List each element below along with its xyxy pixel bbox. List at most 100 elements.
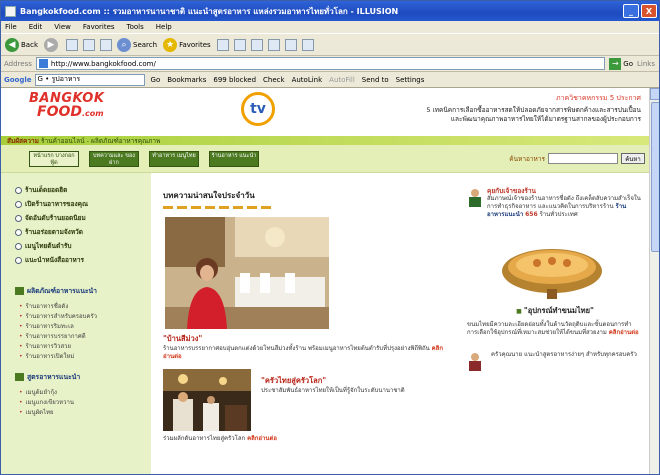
stop-icon[interactable] — [66, 38, 78, 51]
left-menu-item[interactable]: แนะนำหนังสืออาหาร — [15, 253, 151, 267]
recipes-item[interactable]: เมนูต้มยำกุ้ง — [15, 387, 151, 397]
main-column: บทความน่าสนใจประจำวัน "บ้านสีม่วง" ร้านอ… — [151, 173, 453, 474]
nav-articles[interactable]: บทความและ ของฝาก — [89, 150, 139, 167]
address-input[interactable]: http://www.bangkokfood.com/ — [35, 57, 606, 70]
popup-blocked[interactable]: 699 blocked — [213, 76, 256, 84]
star-icon: ★ — [163, 37, 178, 52]
header-announcement: ภาควิชาคหกรรม 5 ประกาศ 5 เทคนิคการเลือกซ… — [283, 88, 649, 136]
vertical-scrollbar[interactable] — [649, 88, 659, 474]
recipes-item[interactable]: เมนูผัดไทย — [15, 407, 151, 417]
send-to[interactable]: Send to — [362, 76, 389, 84]
left-menu-item[interactable]: เปิดร้านอาหารของคุณ — [15, 197, 151, 211]
home-icon[interactable] — [100, 38, 112, 51]
left-menu-item[interactable]: ร้านอร่อยตามจังหวัด — [15, 225, 151, 239]
owner-text-block: คุยกับเจ้าของร้าน สัมภาษณ์เจ้าของร้านอาห… — [487, 187, 643, 219]
spell-check[interactable]: Check — [263, 76, 285, 84]
menu-edit[interactable]: Edit — [29, 23, 43, 31]
menu-tools[interactable]: Tools — [127, 23, 144, 31]
article1-title[interactable]: "บ้านสีม่วง" — [163, 333, 453, 345]
site-search-button[interactable]: ค้นหา — [621, 153, 645, 164]
menu-favorites[interactable]: Favorites — [83, 23, 115, 31]
circle-bullet-icon — [15, 256, 22, 264]
recipes-item[interactable]: เมนูแกงเขียวหวาน — [15, 397, 151, 407]
left-menu-label: เมนูไทยต้นตำรับ — [25, 242, 72, 250]
menu-view[interactable]: View — [54, 23, 71, 31]
article2-title[interactable]: "ครัวไทยสู่ครัวโลก" — [261, 375, 441, 387]
discuss-icon[interactable] — [284, 38, 297, 51]
forward-button[interactable]: ▶ — [44, 37, 60, 52]
owner-title[interactable]: คุยกับเจ้าของร้าน — [487, 187, 643, 195]
window-title: Bangkokfood.com :: รวมอาหารนานาชาติ แนะน… — [20, 6, 399, 16]
scroll-thumb[interactable] — [651, 102, 659, 252]
site-search-input[interactable] — [548, 153, 618, 164]
recipes-heading: สูตรอาหารแนะนำ — [15, 371, 151, 382]
restaurant-count-suffix: ร้านทั่วประเทศ — [539, 211, 578, 218]
right-bottom-text: ครัวคุณนาย แนะนำสูตรอาหารง่ายๆ สำหรับทุก… — [491, 351, 637, 358]
recipes-section: สูตรอาหารแนะนำ เมนูต้มยำกุ้ง เมนูแกงเขีย… — [15, 371, 151, 417]
ie-icon — [5, 5, 16, 17]
site-nav: หน้าแรก บางกอกฟู้ด บทความและ ของฝาก ทำอา… — [1, 145, 649, 173]
header-red-text: ภาควิชาคหกรรม 5 ประกาศ — [556, 94, 641, 102]
mail-icon[interactable] — [233, 38, 246, 51]
close-button[interactable]: X — [641, 4, 657, 18]
google-bookmarks[interactable]: Bookmarks — [167, 76, 206, 84]
left-menu-label: ร้านเด็ดยอดฮิต — [25, 186, 68, 194]
restaurant-photo[interactable] — [165, 217, 329, 329]
products-item[interactable]: ร้านอาหารวิวสวย — [15, 341, 151, 351]
article1-text: ร้านอาหารบรรยากาศอบอุ่นตกแต่งด้วยโทนสีม่… — [163, 345, 453, 361]
circle-bullet-icon — [15, 214, 22, 222]
recipes-title: สูตรอาหารแนะนำ — [27, 373, 81, 381]
nav-home[interactable]: หน้าแรก บางกอกฟู้ด — [29, 150, 79, 167]
refresh-icon[interactable] — [83, 38, 95, 51]
search-icon: ⌕ — [117, 37, 131, 52]
nav-cooking[interactable]: ทำอาหาร เมนูไทย — [149, 150, 199, 167]
back-button[interactable]: ◀ Back — [5, 37, 38, 52]
edit-icon[interactable] — [267, 38, 280, 51]
products-item[interactable]: ร้านอาหารเปิดใหม่ — [15, 351, 151, 361]
browser-window: Bangkokfood.com :: รวมอาหารนานาชาติ แนะน… — [0, 0, 660, 475]
go-arrow-icon: → — [609, 57, 622, 70]
dessert-photo[interactable] — [497, 227, 607, 301]
article2-footer: ร่วมผลักดันอาหารไทยสู่ครัวโลก คลิกอ่านต่… — [163, 435, 453, 443]
dessert-title[interactable]: "อุปกรณ์ทำขนมไทย" — [467, 305, 643, 317]
google-go-button[interactable]: Go — [151, 76, 161, 84]
messenger-icon[interactable] — [301, 38, 314, 51]
menu-file[interactable]: File — [5, 23, 17, 31]
dessert-readmore[interactable]: คลิกอ่านต่อ — [609, 329, 639, 336]
favorites-button[interactable]: ★ Favorites — [163, 37, 211, 52]
products-item[interactable]: ร้านอาหารบรรยากาศดี — [15, 331, 151, 341]
section-icon — [15, 372, 24, 381]
restaurant-count: 656 — [525, 211, 538, 218]
strip-text[interactable]: ร้านค้าออนไลน์ - ผลิตภัณฑ์อาหารคุณภาพ — [41, 136, 160, 146]
menu-help[interactable]: Help — [156, 23, 172, 31]
site-logo[interactable]: BANGKOK FOOD.com — [1, 88, 141, 136]
address-bar: Address http://www.bangkokfood.com/ → Go… — [1, 56, 659, 72]
history-icon[interactable] — [216, 38, 229, 51]
favorites-label: Favorites — [179, 40, 211, 49]
nav-restaurants[interactable]: ร้านอาหาร แนะนำ — [209, 150, 259, 167]
left-menu-label: ร้านอร่อยตามจังหวัด — [25, 228, 83, 236]
circle-bullet-icon — [15, 186, 22, 194]
page-icon — [38, 59, 48, 68]
search-button[interactable]: ⌕ Search — [117, 37, 157, 52]
bangkokfood-page: BANGKOK FOOD.com tv ภาควิชาคหกรรม 5 ประก… — [1, 88, 649, 474]
minimize-button[interactable]: _ — [623, 4, 639, 18]
autolink[interactable]: AutoLink — [292, 76, 323, 84]
google-search-input[interactable]: G • รูปอาหาร — [34, 73, 145, 86]
print-icon[interactable] — [250, 38, 263, 51]
autofill[interactable]: AutoFill — [329, 76, 355, 84]
info-strip: สัมผัสความ ร้านค้าออนไลน์ - ผลิตภัณฑ์อาห… — [1, 136, 649, 145]
products-item[interactable]: ร้านอาหารสำหรับครอบครัว — [15, 311, 151, 321]
go-button[interactable]: → Go — [609, 57, 633, 70]
products-item[interactable]: ร้านอาหารริมทะเล — [15, 321, 151, 331]
products-item[interactable]: ร้านอาหารชื่อดัง — [15, 301, 151, 311]
google-settings[interactable]: Settings — [396, 76, 425, 84]
left-menu-item[interactable]: จัดอันดับร้านยอดนิยม — [15, 211, 151, 225]
left-menu-item[interactable]: เมนูไทยต้นตำรับ — [15, 239, 151, 253]
article2-readmore[interactable]: คลิกอ่านต่อ — [247, 435, 277, 442]
left-menu-item[interactable]: ร้านเด็ดยอดฮิต — [15, 183, 151, 197]
chef-photo[interactable] — [163, 369, 251, 431]
logo-bottom: FOOD.com — [37, 105, 141, 121]
scroll-up-icon[interactable] — [650, 88, 659, 100]
links-label[interactable]: Links — [637, 60, 655, 68]
